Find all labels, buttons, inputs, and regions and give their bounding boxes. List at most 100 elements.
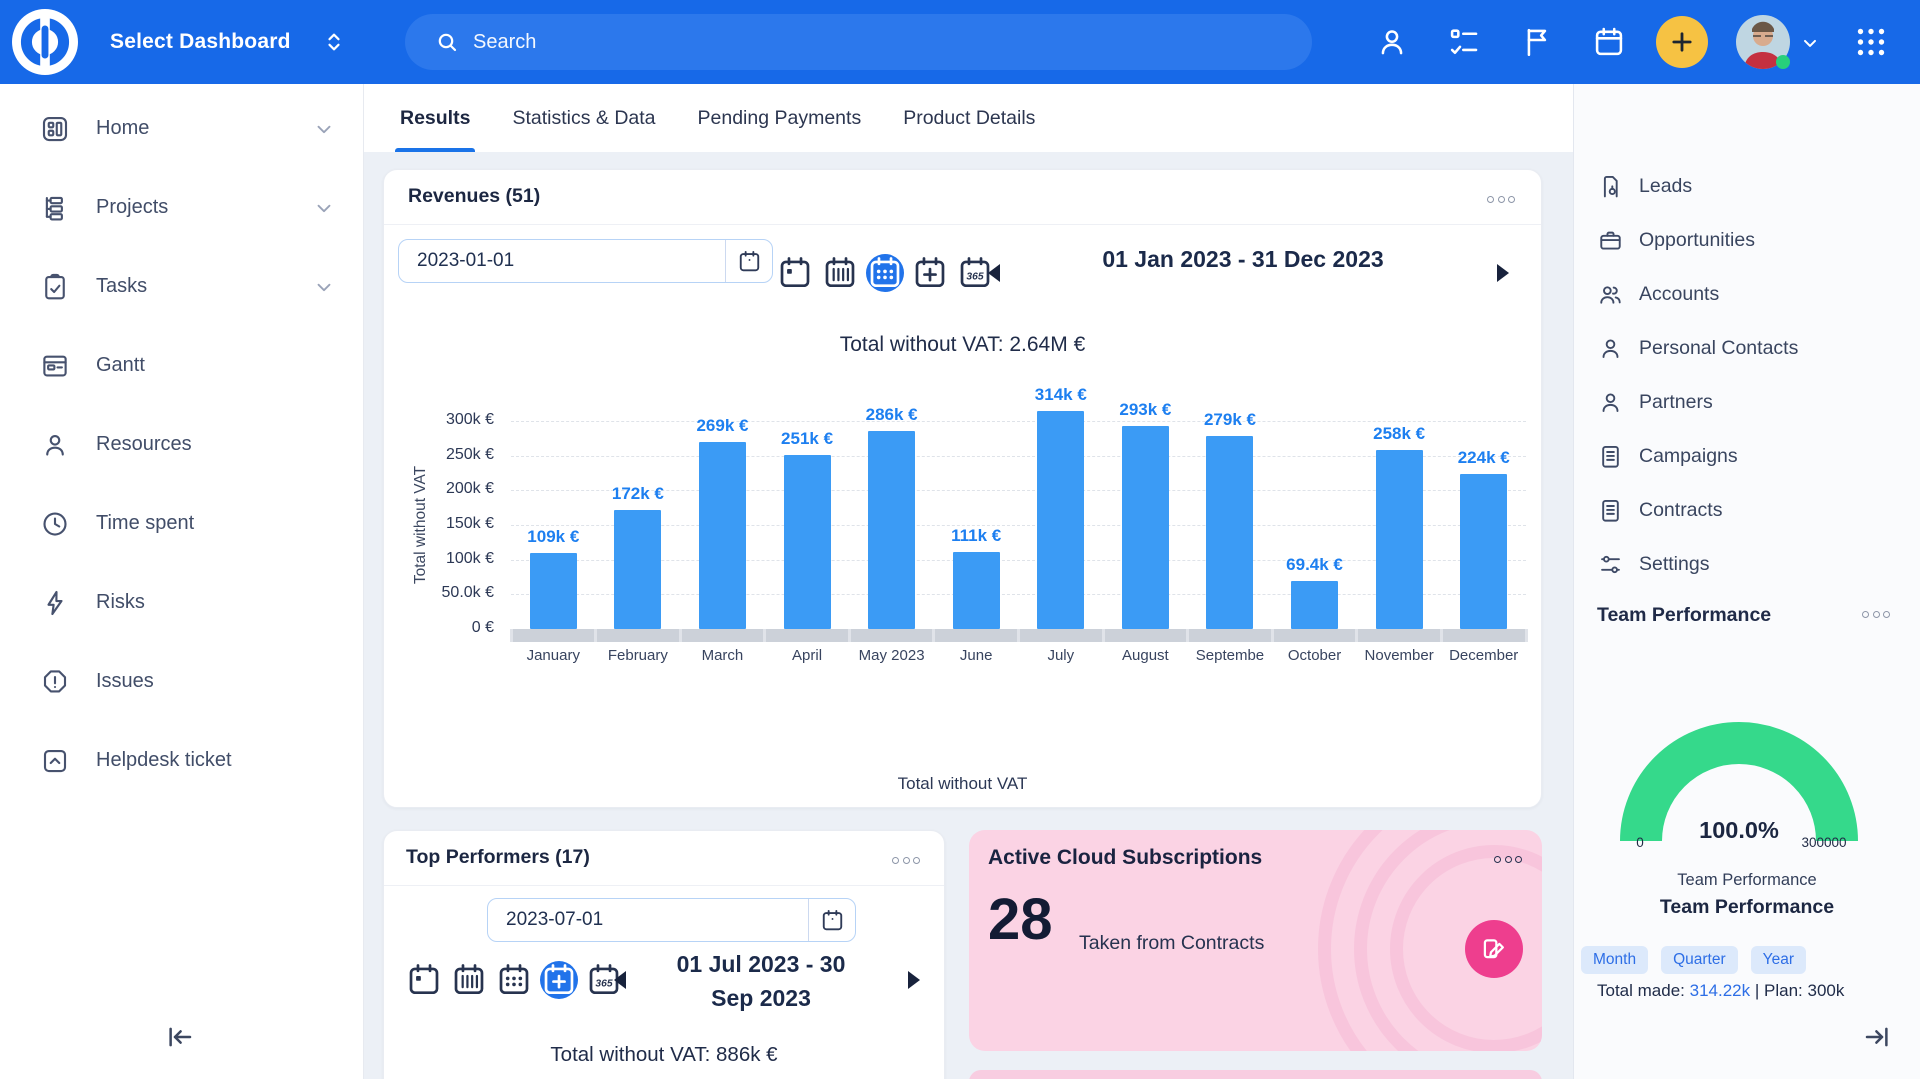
bar-august[interactable] xyxy=(1122,426,1169,629)
app-logo-icon[interactable] xyxy=(12,9,78,75)
x-axis-label: February xyxy=(596,647,681,664)
date-range-label: 01 Jul 2023 - 30 Sep 2023 xyxy=(661,947,861,1015)
tasks-clipboard-icon xyxy=(40,272,70,302)
period-granularity-group: 365 xyxy=(405,961,623,999)
bar-value-label: 286k € xyxy=(832,405,952,425)
period-calendar-day-button[interactable] xyxy=(405,961,443,999)
left-sidebar: Home Projects Tasks Gantt xyxy=(0,84,364,1079)
add-button[interactable] xyxy=(1656,16,1708,68)
lightning-icon xyxy=(40,588,70,618)
y-axis-tick-label: 50.0k € xyxy=(394,584,494,602)
calendar-icon[interactable] xyxy=(1592,25,1626,59)
calendar-icon xyxy=(820,908,845,933)
expand-panel-icon[interactable] xyxy=(1862,1022,1892,1052)
period-calendar-month-button[interactable] xyxy=(495,961,533,999)
search-bar[interactable] xyxy=(405,14,1312,70)
flag-icon[interactable] xyxy=(1520,25,1554,59)
plus-icon xyxy=(1668,28,1696,56)
rightnav-item-accounts[interactable]: Accounts xyxy=(1574,267,1920,321)
period-calendar-quarter-button[interactable] xyxy=(540,961,578,999)
sidebar-item-projects[interactable]: Projects xyxy=(0,168,363,247)
tab-statistics-data[interactable]: Statistics & Data xyxy=(512,84,655,152)
bar-january[interactable] xyxy=(530,553,577,629)
rightnav-item-personal-contacts[interactable]: Personal Contacts xyxy=(1574,321,1920,375)
period-button-month[interactable]: Month xyxy=(1581,946,1648,974)
bar-december[interactable] xyxy=(1460,474,1507,629)
total-made-value[interactable]: 314.22k xyxy=(1690,981,1751,1000)
period-calendar-week-button[interactable] xyxy=(450,961,488,999)
apps-grid-icon[interactable] xyxy=(1853,24,1889,60)
next-period-arrow[interactable] xyxy=(908,971,920,989)
bar-june[interactable] xyxy=(953,552,1000,629)
gauge-max-label: 300000 xyxy=(1786,835,1862,850)
bar-value-label: 111k € xyxy=(916,526,1036,546)
x-axis-label: December xyxy=(1441,647,1526,664)
period-button-year[interactable]: Year xyxy=(1751,946,1806,974)
sliders-icon xyxy=(1597,551,1624,578)
person-icon xyxy=(40,430,70,460)
calendar-picker-button[interactable] xyxy=(808,899,855,941)
x-axis-label: July xyxy=(1019,647,1104,664)
chevron-down-icon xyxy=(313,276,335,298)
bar-value-label: 172k € xyxy=(578,484,698,504)
tab-product-details[interactable]: Product Details xyxy=(903,84,1035,152)
sidebar-item-risks[interactable]: Risks xyxy=(0,563,363,642)
bar-april[interactable] xyxy=(784,455,831,629)
tab-pending-payments[interactable]: Pending Payments xyxy=(698,84,862,152)
card-menu-button[interactable] xyxy=(1494,856,1522,863)
issue-octagon-icon xyxy=(40,667,70,697)
bar-septembe[interactable] xyxy=(1206,436,1253,629)
date-input[interactable] xyxy=(488,909,808,931)
user-icon[interactable] xyxy=(1375,25,1409,59)
edit-note-button[interactable] xyxy=(1465,920,1523,978)
x-axis-label: June xyxy=(934,647,1019,664)
checklist-icon[interactable] xyxy=(1447,25,1481,59)
rightnav-item-opportunities[interactable]: Opportunities xyxy=(1574,213,1920,267)
card-menu-button[interactable] xyxy=(892,857,920,864)
rightnav-item-leads[interactable]: Leads xyxy=(1574,159,1920,213)
sidebar-item-gantt[interactable]: Gantt xyxy=(0,326,363,405)
bar-july[interactable] xyxy=(1037,411,1084,629)
leads-icon xyxy=(1597,173,1624,200)
axis-notch xyxy=(1355,629,1358,642)
unfold-more-icon[interactable] xyxy=(322,30,346,54)
calendar-day-icon xyxy=(405,961,443,999)
rightnav-item-campaigns[interactable]: Campaigns xyxy=(1574,429,1920,483)
chevron-down-icon[interactable] xyxy=(1800,33,1820,53)
rightnav-item-partners[interactable]: Partners xyxy=(1574,375,1920,429)
bar-may-2023[interactable] xyxy=(868,431,915,629)
period-button-quarter[interactable]: Quarter xyxy=(1661,946,1738,974)
bar-february[interactable] xyxy=(614,510,661,629)
rightnav-item-contracts[interactable]: Contracts xyxy=(1574,483,1920,537)
rightnav-item-settings[interactable]: Settings xyxy=(1574,537,1920,591)
y-axis-title: Total without VAT xyxy=(412,445,430,605)
tab-results[interactable]: Results xyxy=(400,84,470,152)
crm-nav: Leads Opportunities Accounts Personal Co… xyxy=(1574,159,1920,591)
axis-notch xyxy=(848,629,851,642)
note-edit-icon xyxy=(1480,935,1508,963)
collapse-sidebar-icon[interactable] xyxy=(165,1022,195,1052)
axis-notch xyxy=(1440,629,1443,642)
widget-menu-button[interactable] xyxy=(1862,611,1890,618)
total-made-label: Total made: xyxy=(1597,981,1685,1000)
sidebar-item-home[interactable]: Home xyxy=(0,89,363,168)
team-performance-header: Team Performance xyxy=(1597,604,1771,627)
sidebar-item-resources[interactable]: Resources xyxy=(0,405,363,484)
sidebar-item-tasks[interactable]: Tasks xyxy=(0,247,363,326)
dashboard-icon xyxy=(40,114,70,144)
sidebar-item-issues[interactable]: Issues xyxy=(0,642,363,721)
revenues-bar-chart: 0 €50.0k €100k €150k €200k €250k €300k €… xyxy=(384,170,1541,807)
sidebar-item-helpdesk-ticket[interactable]: Helpdesk ticket xyxy=(0,721,363,800)
gauge-caption: Team Performance xyxy=(1574,871,1920,890)
sidebar-item-time-spent[interactable]: Time spent xyxy=(0,484,363,563)
previous-period-arrow[interactable] xyxy=(614,971,626,989)
dashboard-selector[interactable]: Select Dashboard xyxy=(110,0,291,84)
divider xyxy=(384,885,944,886)
person-icon xyxy=(1597,389,1624,416)
bar-october[interactable] xyxy=(1291,581,1338,629)
search-input[interactable] xyxy=(473,31,1173,54)
bar-march[interactable] xyxy=(699,442,746,629)
gauge-min-label: 0 xyxy=(1622,835,1658,850)
bar-november[interactable] xyxy=(1376,450,1423,629)
top-performers-card: Top Performers (17) 365 01 Jul 2023 - 30… xyxy=(383,830,945,1079)
